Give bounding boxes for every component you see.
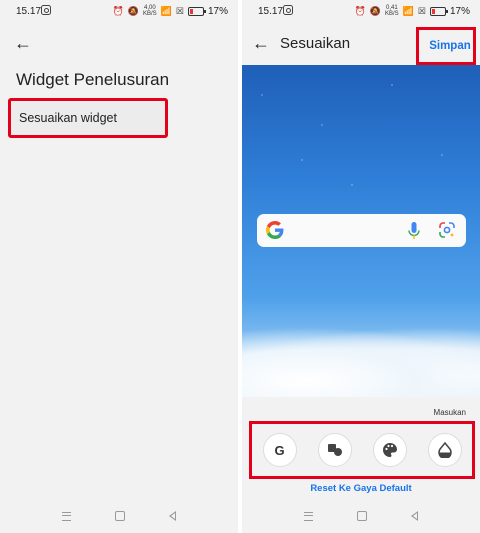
customize-widget-item[interactable]: Sesuaikan widget	[8, 98, 168, 138]
customize-widget-label: Sesuaikan widget	[19, 111, 117, 125]
google-logo-style-button[interactable]: G	[262, 433, 297, 467]
mute-icon: 🔕	[369, 6, 381, 16]
reset-default-style-link[interactable]: Reset Ke Gaya Default	[242, 483, 480, 494]
back-arrow-icon[interactable]: ←	[14, 33, 32, 54]
battery-icon	[187, 6, 206, 16]
network-speed: 4,00 KB/S	[143, 5, 157, 17]
navigation-bar	[242, 499, 480, 533]
status-icons: ⏰ 🔕 0,41 KB/S 📶 ☒ 17%	[355, 5, 470, 17]
status-time: 15.17	[258, 6, 284, 17]
battery-percent: 17%	[449, 5, 470, 17]
page-title: Sesuaikan	[280, 35, 351, 52]
back-arrow-icon[interactable]: ←	[252, 33, 270, 54]
status-bar: 15.17 ⏰ 🔕 0,41 KB/S 📶 ☒ 17%	[242, 0, 480, 22]
shapes-icon	[327, 444, 342, 456]
color-palette-button[interactable]	[372, 433, 407, 467]
cloud-layer	[242, 327, 480, 397]
mute-icon: 🔕	[127, 6, 139, 16]
instagram-notification-icon	[283, 5, 293, 15]
palette-icon	[382, 443, 397, 457]
feedback-link[interactable]: Masukan	[434, 408, 466, 417]
home-icon[interactable]	[357, 511, 367, 521]
status-time: 15.17	[16, 6, 42, 17]
wifi-icon: 📶	[160, 6, 172, 16]
wallpaper-preview	[242, 65, 480, 397]
sim-off-icon: ☒	[417, 6, 426, 16]
network-speed: 0,41 KB/S	[385, 5, 399, 17]
style-options: G	[249, 421, 475, 479]
speed-unit: KB/S	[385, 11, 399, 17]
transparency-button[interactable]	[427, 433, 462, 467]
save-button[interactable]: Simpan	[416, 27, 476, 65]
google-g-icon	[266, 221, 284, 239]
instagram-notification-icon	[41, 5, 51, 15]
nav-back-icon[interactable]	[411, 511, 418, 521]
battery-icon	[429, 6, 448, 16]
search-widget-preview[interactable]	[257, 214, 466, 247]
wifi-icon: 📶	[402, 6, 414, 16]
battery-percent: 17%	[207, 5, 228, 17]
sim-off-icon: ☒	[175, 6, 184, 16]
home-icon[interactable]	[115, 511, 125, 521]
speed-unit: KB/S	[143, 11, 157, 17]
navigation-bar	[0, 499, 238, 533]
left-phone-screen: 15.17 ⏰ 🔕 4,00 KB/S 📶 ☒ 17% ← Widget Pen…	[0, 0, 238, 533]
microphone-icon[interactable]	[408, 222, 420, 240]
shape-style-button[interactable]	[317, 433, 352, 467]
page-title: Widget Penelusuran	[16, 70, 170, 89]
google-lens-icon[interactable]	[439, 222, 455, 238]
recent-apps-icon[interactable]	[304, 511, 313, 521]
nav-back-icon[interactable]	[169, 511, 176, 521]
status-bar: 15.17 ⏰ 🔕 4,00 KB/S 📶 ☒ 17%	[0, 0, 238, 22]
google-g-mono-icon: G	[274, 442, 285, 458]
recent-apps-icon[interactable]	[62, 511, 71, 521]
right-phone-screen: 15.17 ⏰ 🔕 0,41 KB/S 📶 ☒ 17% ← Sesuaikan …	[242, 0, 480, 533]
opacity-drop-icon	[437, 442, 452, 458]
status-icons: ⏰ 🔕 4,00 KB/S 📶 ☒ 17%	[113, 5, 228, 17]
alarm-icon: ⏰	[112, 6, 124, 16]
alarm-icon: ⏰	[354, 6, 366, 16]
